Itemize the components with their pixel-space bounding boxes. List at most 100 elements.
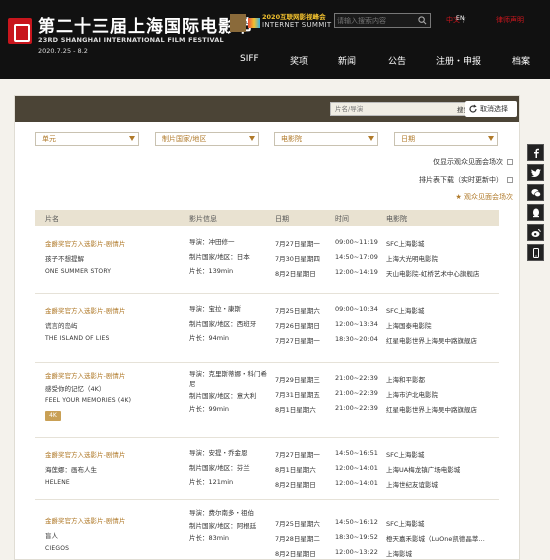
film-length: 片长：99min [189,404,230,413]
screening-time: 18:30~20:04 [335,335,378,343]
schedule-download-checkbox[interactable] [507,177,513,183]
film-category[interactable]: 金爵奖官方入选影片-剧情片 [45,370,125,380]
format-badge: 4K [45,411,61,421]
film-title-en[interactable]: CIEGOS [45,545,69,552]
film-title-en[interactable]: ONE SUMMER STORY [45,268,111,275]
schedule-download-option[interactable]: 排片表下载（实时更新中） [419,175,513,185]
screening-date: 7月27日星期一 [275,240,320,248]
nav-notices[interactable]: 公告 [388,54,406,67]
film-title-cn[interactable]: 海莲娜：画布人生 [45,464,97,474]
nav-archive[interactable]: 档案 [512,54,530,67]
meet-audience-only-option[interactable]: 仅显示观众见面会场次 [433,157,513,167]
screening-date: 8月2日星期日 [275,550,316,558]
col-title: 片名 [45,215,59,223]
summit-title-en: INTERNET SUMMIT [262,21,332,29]
screening-time: 12:00~14:01 [335,479,378,487]
screening-date: 7月28日星期二 [275,535,320,543]
summit-title-cn: 2020互联网影视峰会 [262,13,326,21]
meet-audience-sessions-link[interactable]: ★ 观众见面会场次 [455,192,513,202]
cinema-select-label: 电影院 [281,135,302,143]
film-director: 导演：宝拉・康斯 [189,305,241,313]
cinema-select[interactable]: 电影院 [274,132,378,146]
facebook-icon[interactable] [527,144,544,161]
lang-en-link[interactable]: EN [456,15,465,22]
film-country: 制片国家/地区：阿根廷 [189,521,257,530]
film-country: 制片国家/地区：意大利 [189,392,257,400]
qq-icon[interactable] [527,204,544,221]
twitter-icon[interactable] [527,164,544,181]
lawyer-statement-link[interactable]: 律师声明 [496,15,524,25]
cancel-selection-button[interactable]: 取消选择 [465,101,517,117]
site-search-input[interactable] [337,15,415,26]
wechat-icon[interactable] [527,184,544,201]
schedule-panel: 搜索 取消选择 单元 制片国家/地区 电影院 日期 仅显示观众见面会场次 排片表… [14,95,520,560]
site-search [334,13,431,28]
screening-time: 09:00~10:34 [335,305,378,313]
film-director: 导演：冲田修一 [189,238,235,246]
search-icon[interactable] [418,16,427,25]
chevron-down-icon [368,136,374,141]
festival-date: 2020.7.25 - 8.2 [38,47,88,55]
film-country: 制片国家/地区：芬兰 [189,463,250,472]
film-title-en[interactable]: THE ISLAND OF LIES [45,335,109,342]
nav-awards[interactable]: 奖项 [290,54,308,67]
film-category[interactable]: 金爵奖官方入选影片-剧情片 [45,238,125,248]
film-title-cn[interactable]: 盲人 [45,530,58,540]
film-category[interactable]: 金爵奖官方入选影片-剧情片 [45,305,125,315]
film-category[interactable]: 金爵奖官方入选影片-剧情片 [45,515,125,525]
date-select[interactable]: 日期 [394,132,498,146]
unit-select-label: 单元 [42,135,56,143]
screening-cinema[interactable]: 上海影城 [386,548,412,558]
screening-cinema[interactable]: 橙天嘉禾影城（LuOne凯德晶萃… [386,533,485,543]
screening-cinema[interactable]: 上海市沪北电影院 [386,389,438,399]
nav-registration[interactable]: 注册・申报 [436,54,481,67]
festival-title[interactable]: 第二十三届上海国际电影节 [38,12,254,37]
screening-cinema[interactable]: 红星电影世界上海吴中路旗舰店 [386,404,477,414]
festival-logo-icon[interactable] [8,18,32,44]
film-title-en[interactable]: HELENE [45,479,70,486]
language-switch: 中文 / EN [446,15,468,25]
chevron-down-icon [488,136,494,141]
keyword-input[interactable] [335,104,435,114]
screening-date: 7月27日星期一 [275,451,320,459]
nav-siff[interactable]: SIFF [240,54,259,64]
screening-time: 18:30~19:52 [335,533,378,541]
screening-time: 14:50~16:51 [335,449,378,457]
screening-cinema[interactable]: 上海UA梅龙镇广场电影城 [386,464,460,474]
nav-news[interactable]: 新闻 [338,54,356,67]
country-select[interactable]: 制片国家/地区 [155,132,259,146]
unit-select[interactable]: 单元 [35,132,139,146]
screening-cinema[interactable]: 红星电影世界上海吴中路旗舰店 [386,335,477,345]
mobile-icon[interactable] [527,244,544,261]
weibo-icon[interactable] [527,224,544,241]
film-title-cn[interactable]: 感受你的记忆（4K） [45,383,105,393]
date-select-label: 日期 [401,135,415,143]
screening-cinema[interactable]: 天山电影院-虹桥艺术中心旗舰店 [386,268,479,278]
meet-audience-checkbox[interactable] [507,159,513,165]
screening-cinema[interactable]: 上海世纪友谊影城 [386,479,438,489]
screening-cinema[interactable]: SFC上海影城 [386,449,424,459]
film-title-cn[interactable]: 谎言的岛屿 [45,320,78,330]
screening-cinema[interactable]: SFC上海影城 [386,238,424,248]
internet-summit-banner[interactable]: 2020互联网影视峰会 INTERNET SUMMIT [228,8,331,36]
screening-date: 7月31日星期五 [275,391,320,399]
film-title-en[interactable]: FEEL YOUR MEMORIES (4K) [45,397,131,404]
screening-cinema[interactable]: 上海国泰电影院 [386,320,432,330]
screening-time: 21:00~22:39 [335,374,378,382]
film-title-cn[interactable]: 孩子不想提解 [45,253,84,263]
film-director: 导演：安提・乔金恩 [189,449,248,457]
screening-cinema[interactable]: SFC上海影城 [386,305,424,315]
film-info: 导演：费尔南多・祖伯 制片国家/地区：阿根廷 片长：83min [189,509,271,544]
table-row: 金爵奖官方入选影片-剧情片 感受你的记忆（4K） FEEL YOUR MEMOR… [35,363,499,438]
screening-cinema[interactable]: 上海大光明电影院 [386,253,438,263]
film-length: 片长：121min [189,478,234,486]
meet-audience-only-label: 仅显示观众见面会场次 [433,158,503,166]
film-category[interactable]: 金爵奖官方入选影片-剧情片 [45,449,125,459]
screening-cinema[interactable]: 上海和平影都 [386,374,425,384]
screening-date: 7月30日星期四 [275,255,320,263]
festival-subtitle: 23RD SHANGHAI INTERNATIONAL FILM FESTIVA… [38,36,224,44]
schedule-download-label: 排片表下载（实时更新中） [419,176,503,184]
country-select-label: 制片国家/地区 [162,135,207,143]
screening-date: 8月2日星期日 [275,270,316,278]
screening-cinema[interactable]: SFC上海影城 [386,518,424,528]
